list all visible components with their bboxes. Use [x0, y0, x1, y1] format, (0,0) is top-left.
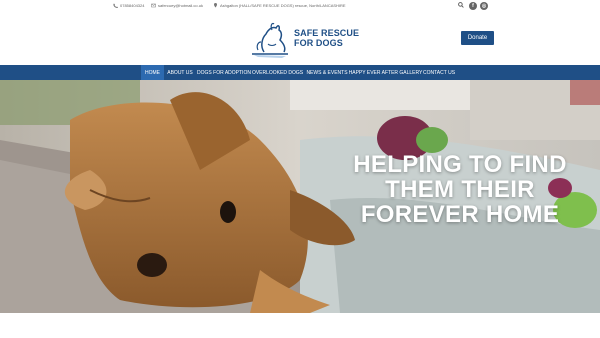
- site-header: SAFE RESCUE FOR DOGS Donate: [0, 12, 600, 65]
- nav-item-contact-us[interactable]: CONTACT US: [423, 65, 455, 80]
- phone-icon: [113, 3, 118, 8]
- location-icon: [214, 3, 217, 8]
- nav-item-happy-ever-after-gallery[interactable]: HAPPY EVER AFTER GALLERY: [349, 65, 423, 80]
- site-name-line2: FOR DOGS: [294, 38, 343, 48]
- hero-headline-line3: FOREVER HOME: [360, 201, 560, 228]
- hero-banner: HELPING TO FIND THEM THEIR FOREVER HOME: [0, 80, 600, 313]
- address-contact[interactable]: Ashgalton (HALL/SAFE RESCUE DOGS) rescue…: [213, 3, 346, 8]
- facebook-icon[interactable]: f: [469, 2, 477, 10]
- search-icon[interactable]: [458, 2, 464, 8]
- nav-item-home[interactable]: HOME: [141, 65, 164, 80]
- site-name-line1: SAFE RESCUE: [294, 28, 360, 38]
- site-name[interactable]: SAFE RESCUE FOR DOGS: [294, 28, 359, 48]
- nav-item-overlooked-dogs[interactable]: OVERLOOKED DOGS: [252, 65, 303, 80]
- email-contact[interactable]: safercuey@hotmail.co.uk: [151, 3, 203, 8]
- hero-headline-line1: HELPING TO FIND: [353, 151, 567, 178]
- mail-icon: [151, 3, 156, 8]
- top-bar: 07858404324 safercuey@hotmail.co.uk Ashg…: [0, 0, 600, 12]
- address-text: Ashgalton (HALL/SAFE RESCUE DOGS) rescue…: [220, 3, 346, 8]
- nav-item-news-events[interactable]: NEWS & EVENTS: [306, 65, 348, 80]
- phone-number: 07858404324: [120, 3, 145, 8]
- hero-headline: HELPING TO FIND THEM THEIR FOREVER HOME: [340, 152, 580, 227]
- nav-item-dogs-for-adoption[interactable]: DOGS FOR ADOPTION: [197, 65, 251, 80]
- email-address: safercuey@hotmail.co.uk: [158, 3, 203, 8]
- hero-headline-line2: THEM THEIR: [385, 176, 535, 203]
- nav-item-about-us[interactable]: ABOUT US: [166, 65, 194, 80]
- donate-button[interactable]: Donate: [461, 31, 494, 45]
- main-nav: HOME ABOUT US DOGS FOR ADOPTION OVERLOOK…: [0, 65, 600, 80]
- instagram-icon[interactable]: ◎: [480, 2, 488, 10]
- page-bottom: [0, 313, 600, 338]
- phone-contact[interactable]: 07858404324: [113, 3, 144, 8]
